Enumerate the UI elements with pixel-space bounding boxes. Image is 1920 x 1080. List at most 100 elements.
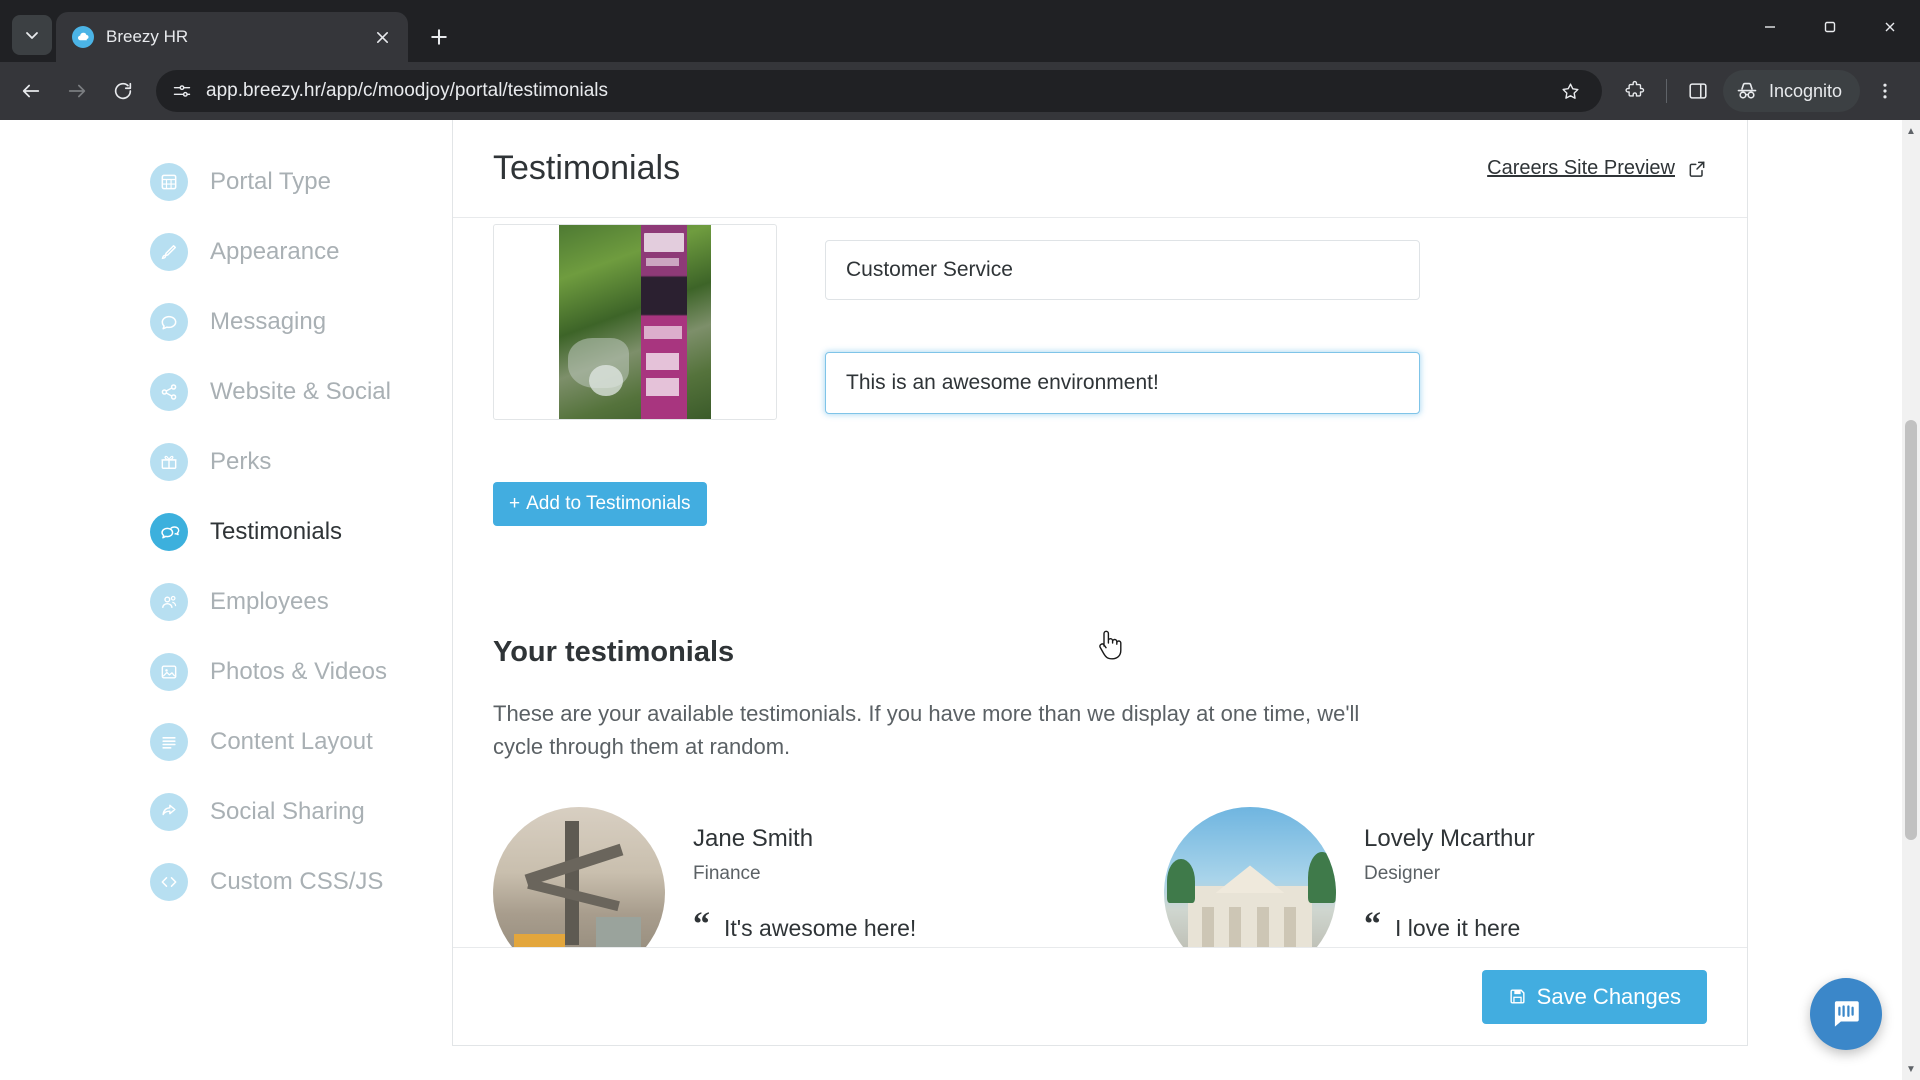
save-changes-button[interactable]: Save Changes — [1481, 969, 1707, 1024]
avatar — [1164, 807, 1336, 947]
sidebar-item-label: Messaging — [210, 308, 327, 335]
plus-icon — [431, 29, 447, 45]
toolbar-divider — [1665, 79, 1667, 103]
forward-arrow-icon[interactable] — [56, 70, 98, 112]
kebab-menu-icon[interactable] — [1864, 70, 1906, 112]
testimonial-list: Jane Smith Finance “ It's awesome here! — [493, 807, 1707, 947]
people-icon — [150, 583, 188, 621]
grid-icon — [150, 163, 188, 201]
your-testimonials-heading: Your testimonials — [493, 636, 735, 668]
testimonial-photo-thumbnail[interactable] — [493, 224, 777, 420]
testimonial-quote-text: It's awesome here! — [724, 915, 917, 941]
close-window-button[interactable] — [1860, 0, 1920, 54]
code-icon — [150, 863, 188, 901]
maximize-window-button[interactable] — [1800, 0, 1860, 54]
waterfall-trail-sign-photo — [559, 225, 711, 419]
sidebar-item-portal-type[interactable]: Portal Type — [0, 162, 452, 202]
scrollbar-thumb[interactable] — [1905, 420, 1917, 840]
sidebar-item-perks[interactable]: Perks — [0, 442, 452, 482]
testimonial-fields: Customer Service This is an awesome envi… — [825, 224, 1421, 420]
chat-bubble-icon — [150, 303, 188, 341]
list-item[interactable]: Lovely Mcarthur Designer “ I love it her… — [1164, 807, 1707, 947]
intercom-chat-icon — [1834, 1001, 1859, 1027]
page-settings-icon[interactable] — [172, 81, 192, 101]
main-content: Testimonials Careers Site Preview Custom… — [452, 120, 1920, 1080]
sidebar-item-social-sharing[interactable]: Social Sharing — [0, 792, 452, 832]
window-controls — [1740, 0, 1920, 54]
testimonial-role: Designer — [1364, 863, 1441, 884]
tab-search-button[interactable] — [12, 15, 52, 55]
sidebar-item-photos-videos[interactable]: Photos & Videos — [0, 652, 452, 692]
testimonial-name: Lovely Mcarthur — [1364, 825, 1535, 852]
card-body: Customer Service This is an awesome envi… — [453, 218, 1747, 947]
page-viewport: Portal Type Appearance Messaging Website… — [0, 120, 1920, 1080]
back-arrow-icon[interactable] — [10, 70, 52, 112]
quote-mark-icon: “ — [1364, 906, 1381, 943]
list-item[interactable]: Jane Smith Finance “ It's awesome here! — [493, 807, 1036, 947]
sidebar-item-label: Photos & Videos — [210, 658, 388, 685]
tab-title: Breezy HR — [106, 27, 189, 46]
browser-window: Breezy HR app.breezy.hr/app/c/moodjoy/po… — [0, 0, 1920, 1080]
sidebar-item-employees[interactable]: Employees — [0, 582, 452, 622]
address-bar[interactable]: app.breezy.hr/app/c/moodjoy/portal/testi… — [156, 70, 1602, 112]
star-icon[interactable] — [1550, 70, 1592, 112]
share-alt-icon — [150, 793, 188, 831]
puzzle-icon[interactable] — [1614, 70, 1656, 112]
sidebar-item-label: Testimonials — [210, 518, 343, 545]
sidebar-item-label: Portal Type — [210, 168, 331, 195]
testimonial-title-value: Customer Service — [846, 258, 1013, 281]
settings-sidebar: Portal Type Appearance Messaging Website… — [0, 120, 452, 1080]
testimonial-quote: “ It's awesome here! — [693, 907, 917, 942]
side-panel-icon[interactable] — [1677, 70, 1719, 112]
sidebar-item-label: Employees — [210, 588, 329, 615]
careers-site-preview-link[interactable]: Careers Site Preview — [1487, 157, 1707, 180]
chevron-down-icon — [26, 32, 38, 39]
sidebar-item-label: Perks — [210, 448, 272, 475]
browser-tab[interactable]: Breezy HR — [56, 12, 408, 62]
add-to-testimonials-label: Add to Testimonials — [526, 493, 691, 514]
external-link-icon — [1687, 159, 1707, 179]
tab-strip: Breezy HR — [0, 0, 1920, 62]
sidebar-item-appearance[interactable]: Appearance — [0, 232, 452, 272]
page-scrollbar[interactable]: ▲ ▼ — [1902, 120, 1920, 1080]
scroll-up-arrow-icon[interactable]: ▲ — [1902, 122, 1920, 140]
gift-icon — [150, 443, 188, 481]
testimonial-quote-input[interactable]: This is an awesome environment! — [825, 352, 1420, 414]
floppy-disk-icon — [1508, 987, 1527, 1006]
testimonial-title-input[interactable]: Customer Service — [825, 240, 1420, 300]
scroll-down-arrow-icon[interactable]: ▼ — [1902, 1060, 1920, 1078]
save-changes-label: Save Changes — [1536, 983, 1681, 1009]
sidebar-item-label: Appearance — [210, 238, 340, 265]
incognito-icon — [1735, 79, 1759, 103]
card-header: Testimonials Careers Site Preview — [453, 120, 1747, 218]
intercom-chat-button[interactable] — [1810, 978, 1882, 1050]
testimonial-quote-text: I love it here — [1395, 915, 1521, 941]
new-tab-button[interactable] — [418, 16, 460, 58]
omnibox-actions — [1550, 70, 1592, 112]
page-title: Testimonials — [493, 149, 681, 187]
testimonial-quote: “ I love it here — [1364, 906, 1535, 943]
sidebar-item-label: Social Sharing — [210, 798, 365, 825]
testimonial-role: Finance — [693, 863, 761, 884]
sidebar-item-content-layout[interactable]: Content Layout — [0, 722, 452, 762]
sidebar-item-custom-css-js[interactable]: Custom CSS/JS — [0, 862, 452, 902]
cloud-icon — [72, 26, 94, 48]
add-to-testimonials-button[interactable]: + Add to Testimonials — [493, 482, 707, 526]
plus-icon: + — [509, 493, 521, 514]
incognito-indicator[interactable]: Incognito — [1722, 70, 1860, 112]
testimonial-name: Jane Smith — [693, 825, 814, 852]
testimonial-body: Jane Smith Finance “ It's awesome here! — [693, 807, 916, 947]
testimonial-body: Lovely Mcarthur Designer “ I love it her… — [1364, 807, 1535, 947]
chat-dots-icon — [150, 513, 188, 551]
sidebar-item-website-social[interactable]: Website & Social — [0, 372, 452, 412]
sidebar-item-messaging[interactable]: Messaging — [0, 302, 452, 342]
browser-toolbar: app.breezy.hr/app/c/moodjoy/portal/testi… — [0, 62, 1920, 120]
share-icon — [150, 373, 188, 411]
sidebar-item-label: Content Layout — [210, 728, 373, 755]
minimize-window-button[interactable] — [1740, 0, 1800, 54]
sidebar-item-testimonials[interactable]: Testimonials — [0, 512, 452, 552]
close-tab-icon[interactable] — [368, 23, 396, 51]
testimonials-card: Testimonials Careers Site Preview Custom… — [452, 120, 1748, 1046]
reload-icon[interactable] — [102, 70, 144, 112]
image-icon — [150, 653, 188, 691]
